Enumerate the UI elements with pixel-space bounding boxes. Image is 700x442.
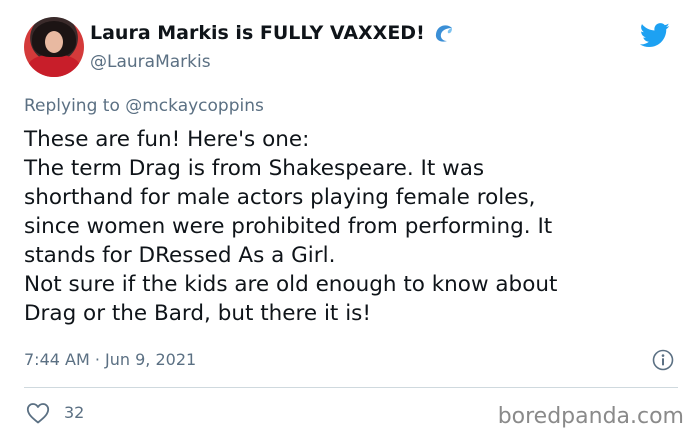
name-row: Laura Markis is FULLY VAXXED! [90, 22, 455, 44]
timestamp-separator: · [89, 350, 106, 369]
like-count: 32 [64, 403, 85, 422]
replying-to-label: Replying to [24, 96, 126, 116]
divider [24, 387, 678, 388]
replying-to: Replying to @mckaycoppins [24, 96, 264, 116]
tweet-line: Not sure if the kids are old enough to k… [24, 272, 558, 297]
avatar[interactable] [24, 17, 84, 77]
tweet-header: Laura Markis is FULLY VAXXED! @LauraMark… [24, 17, 684, 81]
tweet-line: shorthand for male actors playing female… [24, 185, 536, 210]
tweet-time: 7:44 AM [24, 350, 90, 369]
twitter-bird-icon[interactable] [640, 23, 670, 48]
tweet-line: These are fun! Here's one: [24, 127, 310, 152]
reply-mention-link[interactable]: @mckaycoppins [125, 96, 264, 116]
user-handle[interactable]: @LauraMarkis [90, 52, 211, 72]
wave-icon [433, 22, 455, 44]
tweet-line: Drag or the Bard, but there it is! [24, 301, 371, 326]
watermark: boredpanda.com [497, 404, 684, 429]
avatar-body [28, 55, 80, 77]
tweet-line: since women were prohibited from perform… [24, 214, 553, 239]
heart-icon[interactable] [26, 402, 50, 424]
info-icon[interactable] [652, 349, 674, 371]
tweet-timestamp[interactable]: 7:44 AM · Jun 9, 2021 [24, 350, 196, 369]
tweet-line: stands for DRessed As a Girl. [24, 243, 336, 268]
tweet-date: Jun 9, 2021 [105, 350, 197, 369]
tweet-text: These are fun! Here's one: The term Drag… [24, 125, 684, 328]
avatar-face [45, 31, 63, 53]
tweet-line: The term Drag is from Shakespeare. It wa… [24, 156, 485, 181]
display-name[interactable]: Laura Markis is FULLY VAXXED! [90, 22, 425, 44]
